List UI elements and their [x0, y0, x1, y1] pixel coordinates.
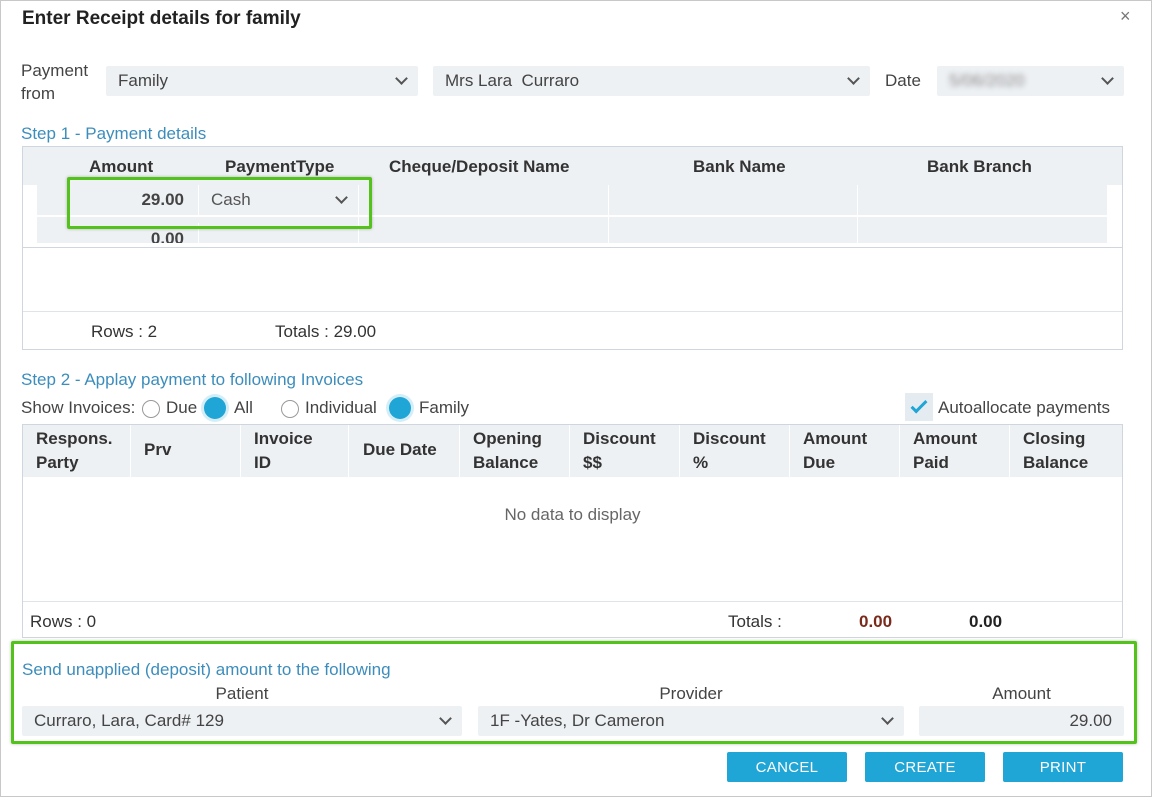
payment-source-type-select[interactable]: Family — [106, 66, 418, 96]
close-icon[interactable]: × — [1120, 6, 1131, 27]
radio-family-label: Family — [419, 398, 470, 417]
radio-individual[interactable] — [281, 400, 299, 418]
invoices-grid: Respons. Party Prv Invoice ID Due Date O… — [22, 424, 1123, 638]
print-button[interactable]: PRINT — [1003, 752, 1123, 782]
col-prv[interactable]: Prv — [131, 425, 241, 477]
invoice-totals-label: Totals : — [728, 612, 782, 631]
col-invoice-id[interactable]: Invoice ID — [241, 425, 349, 477]
radio-all-label: All — [234, 398, 253, 417]
chevron-down-icon — [395, 72, 408, 85]
radio-due[interactable] — [142, 400, 160, 418]
col-opening-balance-line2: Balance — [473, 453, 539, 472]
bank-name-cell[interactable] — [609, 217, 858, 243]
show-invoices-label: Show Invoices: — [21, 398, 136, 417]
cheque-name-cell[interactable] — [359, 217, 609, 243]
highlight-deposit-section — [11, 641, 1137, 744]
col-amount-paid-line1: Amount — [913, 429, 978, 448]
autoallocate-label: Autoallocate payments — [938, 398, 1110, 417]
payment-from-label-line2: from — [21, 84, 55, 103]
col-amount-due-line1: Amount — [803, 429, 868, 448]
col-closing-balance-line1: Closing — [1023, 429, 1086, 448]
col-amount-due-line2: Due — [803, 453, 836, 472]
col-discount-dollars-line1: Discount — [583, 429, 656, 448]
total-amount-paid: 0.00 — [969, 612, 1003, 631]
col-discount-percent[interactable]: Discount % — [680, 425, 790, 477]
col-respons-party-line2: Party — [36, 453, 79, 472]
payment-rows-count: Rows : 2 — [91, 322, 158, 341]
payer-value: Mrs Lara Curraro — [445, 71, 580, 90]
payment-from-label-line1: Payment — [21, 61, 89, 80]
col-payment-type[interactable]: PaymentType — [225, 157, 334, 177]
payment-from-label: Payment from — [21, 59, 88, 105]
payment-source-type-value: Family — [118, 71, 169, 90]
radio-individual-label: Individual — [305, 398, 377, 417]
radio-due-label: Due — [166, 398, 198, 417]
bank-name-cell[interactable] — [609, 185, 858, 215]
highlight-payment-row — [67, 177, 372, 229]
col-amount-due[interactable]: Amount Due — [790, 425, 900, 477]
col-due-date-label: Due Date — [363, 440, 437, 459]
col-closing-balance[interactable]: Closing Balance — [1010, 425, 1122, 477]
col-amount-paid-line2: Paid — [913, 453, 949, 472]
col-closing-balance-line2: Balance — [1023, 453, 1089, 472]
bank-branch-cell[interactable] — [858, 185, 1108, 215]
checkmark-icon — [910, 396, 928, 414]
col-bank-name[interactable]: Bank Name — [693, 157, 786, 177]
cancel-button[interactable]: CANCEL — [727, 752, 847, 782]
col-cheque-deposit-name[interactable]: Cheque/Deposit Name — [389, 157, 569, 177]
col-invoice-id-line1: Invoice — [254, 429, 313, 448]
invoice-rows-count: Rows : 0 — [30, 612, 97, 631]
col-discount-dollars-line2: $$ — [583, 453, 602, 472]
cheque-name-cell[interactable] — [359, 185, 609, 215]
date-label: Date — [885, 71, 921, 90]
col-discount-dollars[interactable]: Discount $$ — [570, 425, 680, 477]
col-due-date[interactable]: Due Date — [349, 425, 460, 477]
step1-title: Step 1 - Payment details — [21, 124, 207, 143]
step2-title: Step 2 - Applay payment to following Inv… — [21, 370, 364, 389]
total-amount-due: 0.00 — [859, 612, 893, 631]
footer-divider — [23, 601, 1122, 602]
col-amount[interactable]: Amount — [89, 157, 153, 177]
invoices-grid-header: Respons. Party Prv Invoice ID Due Date O… — [23, 425, 1122, 477]
col-amount-paid[interactable]: Amount Paid — [900, 425, 1010, 477]
chevron-down-icon — [847, 72, 860, 85]
grid-divider — [23, 247, 1122, 248]
date-value: 5/06/2020 — [949, 71, 1025, 90]
payment-totals: Totals : 29.00 — [275, 322, 377, 341]
col-prv-label: Prv — [144, 440, 172, 459]
dialog-title: Enter Receipt details for family — [22, 8, 301, 29]
radio-family[interactable] — [389, 397, 411, 419]
bank-branch-cell[interactable] — [858, 217, 1108, 243]
radio-all[interactable] — [204, 397, 226, 419]
col-respons-party[interactable]: Respons. Party — [23, 425, 131, 477]
autoallocate-checkbox[interactable] — [905, 393, 933, 421]
col-invoice-id-line2: ID — [254, 453, 271, 472]
col-bank-branch[interactable]: Bank Branch — [927, 157, 1032, 177]
col-discount-percent-line2: % — [693, 453, 709, 472]
chevron-down-icon — [1101, 72, 1114, 85]
date-select[interactable]: 5/06/2020 — [937, 66, 1124, 96]
footer-divider — [23, 311, 1122, 312]
payer-select[interactable]: Mrs Lara Curraro — [433, 66, 870, 96]
col-opening-balance[interactable]: Opening Balance — [460, 425, 570, 477]
col-respons-party-line1: Respons. — [36, 429, 113, 448]
col-opening-balance-line1: Opening — [473, 429, 542, 448]
create-button[interactable]: CREATE — [865, 752, 985, 782]
col-discount-percent-line1: Discount — [693, 429, 766, 448]
empty-state-text: No data to display — [504, 505, 641, 524]
